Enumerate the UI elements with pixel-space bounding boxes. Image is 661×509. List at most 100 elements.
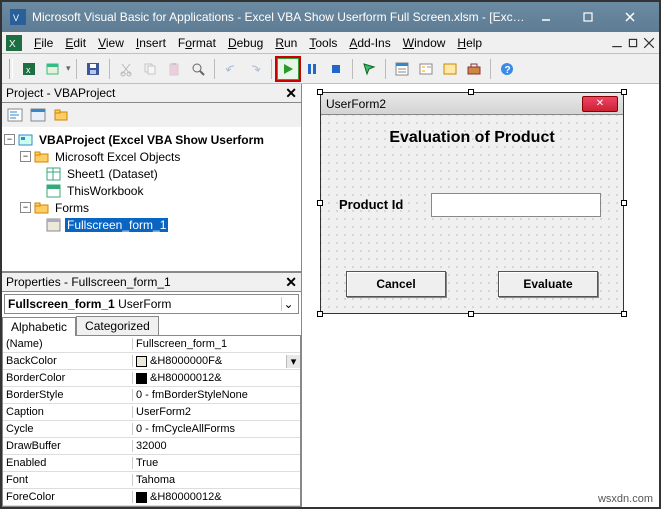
view-object-button[interactable] [27,105,49,125]
design-mode-button[interactable] [358,58,380,80]
view-code-button[interactable] [4,105,26,125]
property-value[interactable]: &H80000012& [133,372,300,384]
userform-body[interactable]: Evaluation of Product Product Id Cancel … [321,115,623,313]
menu-run[interactable]: Run [269,34,303,52]
menu-window[interactable]: Window [397,34,452,52]
menu-file[interactable]: File [28,34,59,52]
property-value[interactable]: &H80000012& [133,491,300,503]
properties-grid[interactable]: (Name)Fullscreen_form_1BackColor&H800000… [2,335,301,507]
menu-edit[interactable]: Edit [59,34,92,52]
property-row[interactable]: (Name)Fullscreen_form_1 [3,336,300,353]
project-header-label: Project - VBAProject [6,86,115,100]
property-row[interactable]: EnabledTrue [3,455,300,472]
cut-button[interactable] [115,58,137,80]
object-name-label: Fullscreen_form_1 [8,297,115,311]
project-tree[interactable]: − VBAProject (Excel VBA Show Userform − … [2,127,301,272]
pause-button[interactable] [301,58,323,80]
tab-alphabetic[interactable]: Alphabetic [2,317,76,336]
menu-addins[interactable]: Add-Ins [343,34,396,52]
property-value[interactable]: 0 - fmBorderStyleNone [133,389,300,401]
copy-button[interactable] [139,58,161,80]
property-row[interactable]: BackColor&H8000000F&▾ [3,353,300,370]
view-excel-button[interactable]: x [18,58,40,80]
tree-form1-label[interactable]: Fullscreen_form_1 [65,218,168,232]
property-value[interactable]: &H8000000F&▾ [133,355,300,368]
menu-help[interactable]: Help [451,34,488,52]
tree-toggle-icon[interactable]: − [20,202,31,213]
project-explorer-header: Project - VBAProject ✕ [2,84,301,103]
help-button[interactable]: ? [496,58,518,80]
property-value[interactable]: 32000 [133,440,300,452]
menu-view[interactable]: View [92,34,130,52]
property-row[interactable]: ForeColor&H80000012& [3,489,300,506]
worksheet-icon [46,167,62,181]
product-id-input[interactable] [431,193,601,217]
save-button[interactable] [82,58,104,80]
property-key: (Name) [3,338,133,350]
userform-caption: UserForm2 [326,97,386,111]
excel-icon: X [6,35,22,51]
menu-tools[interactable]: Tools [303,34,343,52]
form-designer[interactable]: UserForm2 ✕ Evaluation of Product Produc… [302,84,659,507]
undo-button[interactable] [220,58,242,80]
property-value[interactable]: Fullscreen_form_1 [133,338,300,350]
window-title-bar: V Microsoft Visual Basic for Application… [2,2,659,32]
property-key: Caption [3,406,133,418]
stop-button[interactable] [325,58,347,80]
chevron-down-icon[interactable]: ⌄ [281,297,295,311]
find-button[interactable] [187,58,209,80]
project-explorer-button[interactable] [391,58,413,80]
svg-text:X: X [9,39,16,50]
property-row[interactable]: CaptionUserForm2 [3,404,300,421]
maximize-button[interactable] [567,5,609,29]
tree-forms-label[interactable]: Forms [53,201,91,215]
chevron-down-icon[interactable]: ▾ [286,355,300,368]
minimize-button[interactable] [525,5,567,29]
cancel-button[interactable]: Cancel [346,271,446,297]
object-browser-button[interactable] [439,58,461,80]
redo-button[interactable] [244,58,266,80]
object-selector[interactable]: Fullscreen_form_1 UserForm ⌄ [4,294,299,314]
tree-root-label[interactable]: VBAProject (Excel VBA Show Userform [37,133,266,147]
mdi-close-icon[interactable] [643,37,655,49]
userform-close-button[interactable]: ✕ [582,96,618,112]
property-row[interactable]: BorderStyle0 - fmBorderStyleNone [3,387,300,404]
tree-toggle-icon[interactable]: − [4,134,15,145]
property-value[interactable]: 0 - fmCycleAllForms [133,423,300,435]
property-row[interactable]: DrawBuffer32000 [3,438,300,455]
svg-text:V: V [13,13,19,23]
tree-thisworkbook-label[interactable]: ThisWorkbook [65,184,145,198]
menu-format[interactable]: Format [172,34,222,52]
property-value[interactable]: True [133,457,300,469]
project-toolbar [2,103,301,127]
property-row[interactable]: FontTahoma [3,472,300,489]
product-id-label: Product Id [339,197,403,212]
mdi-restore-icon[interactable] [627,37,639,49]
menu-debug[interactable]: Debug [222,34,269,52]
project-close-icon[interactable]: ✕ [285,85,297,102]
color-swatch [136,356,147,367]
userform-canvas[interactable]: UserForm2 ✕ Evaluation of Product Produc… [320,92,624,314]
tree-sheet1-label[interactable]: Sheet1 (Dataset) [65,167,160,181]
insert-userform-button[interactable] [42,58,64,80]
toggle-folders-button[interactable] [50,105,72,125]
toolbox-button[interactable] [463,58,485,80]
tree-toggle-icon[interactable]: − [20,151,31,162]
menu-insert[interactable]: Insert [130,34,172,52]
run-button[interactable] [277,58,299,80]
property-value[interactable]: UserForm2 [133,406,300,418]
properties-window-button[interactable] [415,58,437,80]
mdi-minimize-icon[interactable] [611,37,623,49]
paste-button[interactable] [163,58,185,80]
vba-app-icon: V [10,9,26,25]
property-row[interactable]: Cycle0 - fmCycleAllForms [3,421,300,438]
tree-excel-objects-label[interactable]: Microsoft Excel Objects [53,150,182,164]
properties-close-icon[interactable]: ✕ [285,274,297,291]
evaluate-button[interactable]: Evaluate [498,271,598,297]
close-button[interactable] [609,5,651,29]
properties-tabs: Alphabetic Categorized [2,316,301,335]
property-row[interactable]: BorderColor&H80000012& [3,370,300,387]
property-value[interactable]: Tahoma [133,474,300,486]
property-key: Cycle [3,423,133,435]
tab-categorized[interactable]: Categorized [76,316,159,335]
